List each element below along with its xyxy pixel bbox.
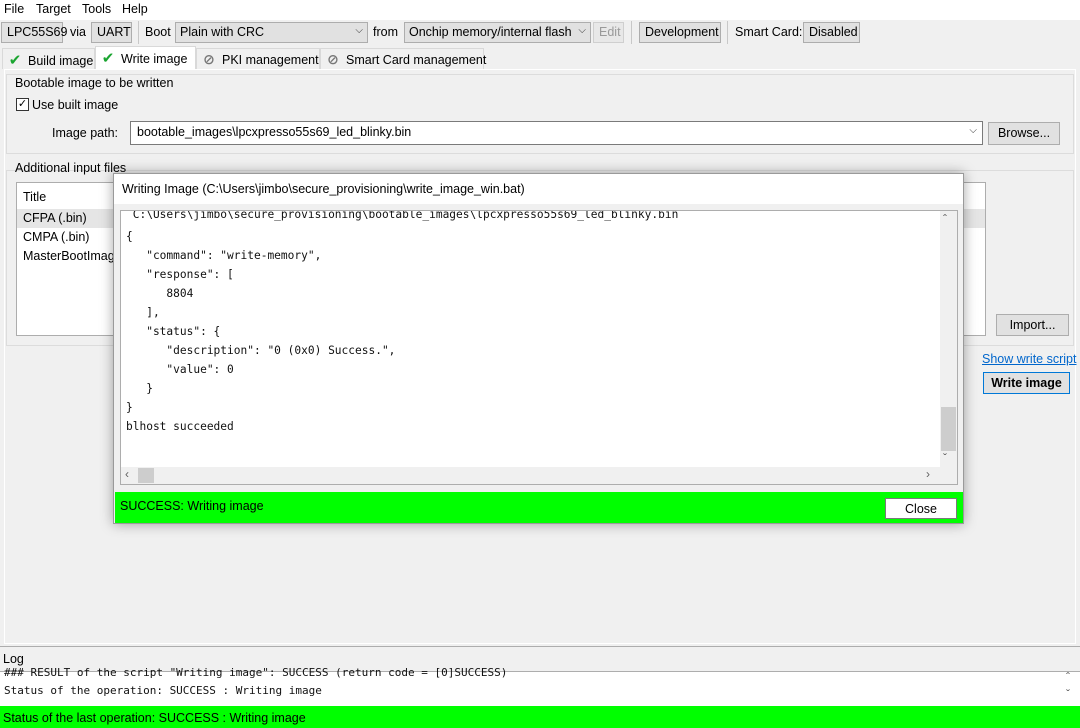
scroll-up-icon[interactable]: ˆ	[1066, 670, 1070, 684]
tab-smart-card-management[interactable]: ⊘ Smart Card management	[320, 48, 486, 69]
scroll-left-icon[interactable]: ‹	[125, 467, 129, 481]
console-line: "value": 0	[126, 363, 234, 376]
image-path-label: Image path:	[52, 126, 119, 140]
scroll-down-icon[interactable]: ˇ	[943, 451, 947, 465]
boot-type-value: Plain with CRC	[180, 25, 265, 39]
dialog-title: Writing Image (C:\Users\jimbo\secure_pro…	[114, 174, 963, 204]
memory-value: Onchip memory/internal flash	[409, 25, 572, 39]
menu-tools[interactable]: Tools	[82, 2, 111, 16]
use-built-image-checkbox[interactable]: ✓	[16, 98, 29, 111]
scroll-down-icon[interactable]: ˇ	[1066, 687, 1070, 701]
menu-help[interactable]: Help	[122, 2, 148, 16]
menu-target[interactable]: Target	[36, 2, 71, 16]
edit-button[interactable]: Edit	[593, 22, 624, 43]
table-row[interactable]: MasterBootImag	[23, 249, 115, 263]
close-button[interactable]: Close	[885, 498, 957, 519]
table-row[interactable]: CMPA (.bin)	[23, 230, 89, 244]
console-line: }	[126, 382, 153, 395]
lifecycle-button[interactable]: Development	[639, 22, 721, 43]
console-output: C:\Users\jimbo\secure_provisioning\boota…	[120, 210, 958, 485]
device-select[interactable]: LPC55S69	[1, 22, 67, 43]
no-entry-icon: ⊘	[327, 51, 339, 67]
menu-bar: File Target Tools Help	[0, 0, 1080, 20]
smartcard-label: Smart Card:	[735, 25, 803, 39]
console-line: 8804	[126, 287, 194, 300]
toolbar-separator	[727, 21, 728, 44]
interface-select[interactable]: UART	[91, 22, 132, 43]
console-line: blhost succeeded	[126, 420, 234, 433]
menu-file[interactable]: File	[4, 2, 24, 16]
no-entry-icon: ⊘	[203, 51, 215, 67]
console-line: "command": "write-memory",	[126, 249, 322, 262]
log-label: Log	[3, 652, 24, 666]
console-horizontal-scrollbar[interactable]: ‹ ›	[121, 467, 957, 484]
check-icon: ✔	[8, 52, 22, 69]
column-title: Title	[23, 190, 47, 204]
via-label: via	[70, 25, 86, 39]
console-line: }	[126, 401, 133, 414]
boot-label: Boot	[145, 25, 171, 39]
log-line: Status of the operation: SUCCESS : Writi…	[4, 684, 322, 697]
additional-group-label: Additional input files	[15, 161, 127, 175]
scroll-thumb[interactable]	[138, 468, 154, 483]
tab-pki-management[interactable]: ⊘ PKI management	[196, 48, 320, 69]
toolbar-separator	[138, 21, 139, 44]
log-line: ### RESULT of the script "Writing image"…	[4, 666, 508, 679]
status-bar: Status of the last operation: SUCCESS : …	[0, 706, 1080, 728]
boot-type-dropdown[interactable]: Plain with CRC ⌵	[175, 22, 368, 43]
console-line: C:\Users\jimbo\secure_provisioning\boota…	[126, 210, 679, 221]
use-built-image-label: Use built image	[32, 98, 119, 112]
image-path-value: bootable_images\lpcxpresso55s69_led_blin…	[137, 125, 412, 139]
memory-dropdown[interactable]: Onchip memory/internal flash ⌵	[404, 22, 591, 43]
dialog-status-bar: SUCCESS: Writing image Close	[115, 492, 963, 523]
dialog-status-text: SUCCESS: Writing image	[120, 499, 264, 513]
chevron-down-icon: ⌵	[355, 25, 363, 36]
show-write-script-link[interactable]: Show write script	[982, 352, 1076, 366]
browse-button[interactable]: Browse...	[988, 122, 1060, 145]
from-label: from	[373, 25, 398, 39]
toolbar-separator	[631, 21, 632, 44]
smartcard-button[interactable]: Disabled	[803, 22, 860, 43]
write-image-button[interactable]: Write image	[983, 372, 1070, 394]
writing-image-dialog: Writing Image (C:\Users\jimbo\secure_pro…	[113, 173, 964, 524]
image-path-combobox[interactable]: bootable_images\lpcxpresso55s69_led_blin…	[130, 121, 983, 145]
scroll-right-icon[interactable]: ›	[926, 467, 930, 481]
tab-write-image[interactable]: ✔ Write image	[95, 46, 196, 70]
status-text: Status of the last operation: SUCCESS : …	[3, 711, 306, 725]
console-vertical-scrollbar[interactable]: ˆ ˇ	[940, 211, 957, 467]
console-line: "status": {	[126, 325, 221, 338]
log-output: ### RESULT of the script "Writing image"…	[0, 666, 1080, 706]
bootable-group-label: Bootable image to be written	[15, 76, 174, 90]
console-line: {	[126, 230, 133, 243]
tab-build-image[interactable]: ✔ Build image	[2, 48, 95, 69]
table-row[interactable]: CFPA (.bin)	[23, 211, 87, 225]
console-line: "description": "0 (0x0) Success.",	[126, 344, 396, 357]
check-icon: ✔	[101, 50, 115, 67]
console-line: ],	[126, 306, 160, 319]
chevron-down-icon: ⌵	[578, 25, 586, 36]
scroll-up-icon[interactable]: ˆ	[943, 212, 947, 226]
scroll-thumb[interactable]	[941, 407, 956, 451]
console-line: "response": [	[126, 268, 234, 281]
chevron-down-icon: ⌵	[969, 125, 977, 136]
import-button[interactable]: Import...	[996, 314, 1069, 336]
